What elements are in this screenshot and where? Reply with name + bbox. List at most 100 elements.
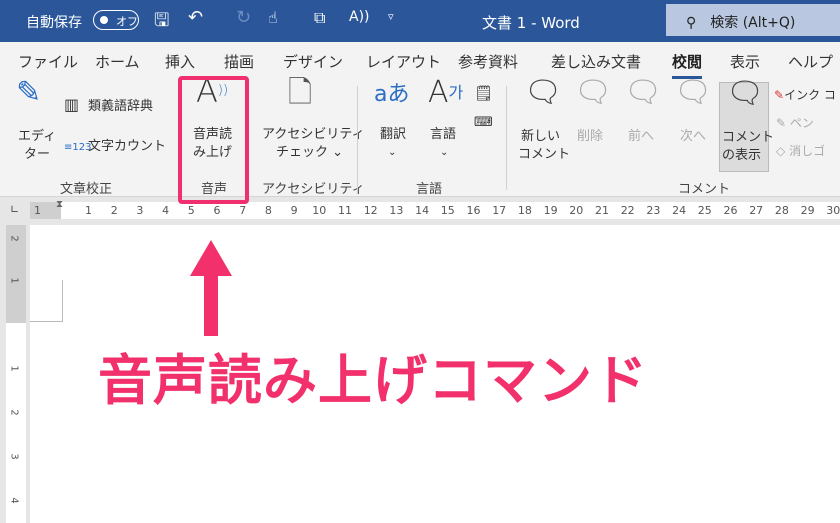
- pen-icon: ✎: [776, 116, 787, 130]
- thesaurus-button[interactable]: 類義語辞典: [88, 98, 153, 116]
- tab-mailings[interactable]: 差し込み文書: [551, 51, 641, 72]
- show-comments-label-2: の表示: [722, 148, 762, 163]
- ruler-number: 5: [187, 204, 195, 217]
- ruler-number: 11: [338, 204, 352, 217]
- new-comment-label-2[interactable]: コメント: [518, 146, 570, 164]
- indent-marker-icon[interactable]: ⧗: [56, 199, 63, 210]
- ruler-number: 8: [264, 204, 272, 217]
- eraser-button: ◇ 消しゴ: [776, 142, 825, 160]
- redo-icon: ↻: [236, 7, 252, 28]
- touch-mode-icon[interactable]: ☝: [268, 8, 278, 27]
- group-language-label: 言語: [416, 182, 443, 197]
- tab-insert[interactable]: 挿入: [165, 51, 195, 72]
- tab-selector-icon[interactable]: ∟: [10, 203, 19, 216]
- editor-icon: ✎: [16, 75, 42, 110]
- read-aloud-qat-icon[interactable]: A)): [349, 9, 370, 25]
- tab-references[interactable]: 参考資料: [458, 51, 518, 72]
- tab-review[interactable]: 校閲: [672, 51, 703, 79]
- ruler-number: 10: [312, 204, 327, 217]
- tab-home[interactable]: ホーム: [95, 51, 140, 72]
- tab-layout[interactable]: レイアウト: [366, 51, 441, 72]
- arrow-up-icon: [190, 240, 232, 336]
- vertical-ruler-number: 1: [8, 365, 20, 372]
- thesaurus-icon: ▥: [64, 95, 80, 114]
- next-comment-icon: 🗨: [674, 75, 713, 110]
- ruler-number: 2: [110, 204, 118, 217]
- ruler-number: 19: [543, 204, 558, 217]
- vertical-ruler-number: 1: [8, 277, 20, 284]
- ink-icon: ✎: [774, 88, 785, 102]
- editor-button[interactable]: エディ ター: [18, 128, 56, 164]
- autosave-toggle[interactable]: オフ: [93, 10, 139, 30]
- vertical-ruler-number: 3: [8, 453, 20, 460]
- search-icon: ⚲: [686, 15, 697, 31]
- ruler-number: 1: [34, 204, 41, 217]
- ruler-number: 21: [595, 204, 609, 217]
- ruler-number: 9: [290, 204, 298, 217]
- search-box[interactable]: ⚲ 検索 (Alt+Q): [666, 4, 840, 36]
- group-comments-label: コメント: [678, 182, 731, 197]
- ruler-number: 15: [440, 204, 455, 217]
- undo-icon[interactable]: ↶: [188, 7, 203, 28]
- tab-view[interactable]: 表示: [730, 51, 760, 72]
- accessibility-check-label-2[interactable]: チェック ⌄: [276, 144, 343, 162]
- new-comment-label-1[interactable]: 新しい: [521, 128, 560, 146]
- accessibility-check-icon: 🗋: [288, 75, 313, 110]
- tab-design[interactable]: デザイン: [283, 51, 343, 72]
- ruler-number: 22: [620, 204, 635, 217]
- ruler-number: 17: [492, 204, 507, 217]
- ruler-number: 29: [800, 204, 815, 217]
- language-button[interactable]: 言語: [430, 126, 456, 144]
- ruler-number: 4: [162, 204, 170, 217]
- ruler-number: 24: [672, 204, 687, 217]
- ruler-number: 14: [415, 204, 430, 217]
- ruler-number: 23: [646, 204, 661, 217]
- ruler-number: 20: [569, 204, 584, 217]
- keyboard-icon[interactable]: ⌨: [474, 114, 493, 132]
- search-placeholder: 検索 (Alt+Q): [710, 15, 796, 31]
- ruler-number: 18: [517, 204, 532, 217]
- delete-comment-icon: 🗨: [574, 75, 613, 110]
- ribbon-tabs: ファイル ホーム 挿入 描画 デザイン レイアウト 参考資料 差し込み文書 校閲…: [0, 42, 840, 80]
- pen-button: ✎ ペン: [776, 114, 814, 132]
- show-comments-button[interactable]: 🗨 コメント の表示: [719, 79, 774, 172]
- vertical-ruler-number: 2: [8, 409, 20, 416]
- tab-file[interactable]: ファイル: [18, 51, 78, 72]
- autosave-state: オフ: [116, 15, 138, 28]
- tab-help[interactable]: ヘルプ: [788, 51, 833, 72]
- ink-comment-button[interactable]: ✎インク コ: [774, 86, 836, 104]
- language-chevron-icon: ⌄: [440, 147, 449, 158]
- vertical-ruler-number: 4: [8, 497, 20, 504]
- ruler-number: 25: [697, 204, 712, 217]
- ruler-number: 26: [723, 204, 738, 217]
- present-icon[interactable]: ⧉: [314, 8, 325, 28]
- horizontal-ruler[interactable]: ∟ ⧗ 1 1 2 3 4 5 6 7 8 9 10 11 12 13 14 15 16 17 18 19 20 21 22…: [0, 199, 840, 223]
- group-proofing-label: 文章校正: [60, 182, 113, 197]
- language-icon: A가: [428, 75, 464, 110]
- accessibility-check-label-1[interactable]: アクセシビリティ: [262, 126, 365, 144]
- translate-chevron-icon: ⌄: [388, 147, 397, 158]
- customize-qat-icon[interactable]: ▿: [388, 10, 394, 23]
- ruler-number: 16: [466, 204, 481, 217]
- eraser-icon: ◇: [776, 144, 786, 158]
- next-comment-button: 次へ: [680, 129, 707, 144]
- ruler-number: 1: [85, 204, 92, 217]
- translate-button[interactable]: 翻訳: [380, 126, 406, 144]
- translate-icon: aあ: [374, 82, 410, 107]
- word-count-button[interactable]: 文字カウント: [88, 138, 166, 156]
- save-icon[interactable]: 🖫: [154, 8, 169, 38]
- page-margin-corner: [30, 280, 63, 322]
- ruler-number: 7: [239, 204, 247, 217]
- previous-comment-icon: 🗨: [624, 75, 663, 110]
- show-comments-label-1: コメント: [722, 130, 775, 145]
- ribbon: ✎ エディ ター ▥ 類義語辞典 ≡123 文字カウント 文章校正 A)) 音声…: [0, 75, 840, 197]
- autosave-label: 自動保存: [26, 15, 82, 31]
- tab-draw[interactable]: 描画: [224, 51, 254, 72]
- ruler-number: 28: [774, 204, 789, 217]
- document-title: 文書 1 - Word: [482, 14, 580, 32]
- vertical-ruler[interactable]: 2 1 1 2 3 4: [6, 225, 26, 523]
- spell-icon[interactable]: 🗒: [474, 84, 493, 102]
- new-comment-icon: 🗨: [524, 75, 563, 110]
- ruler-number: 30: [826, 204, 840, 217]
- group-accessibility-label: アクセシビリティ: [262, 182, 365, 197]
